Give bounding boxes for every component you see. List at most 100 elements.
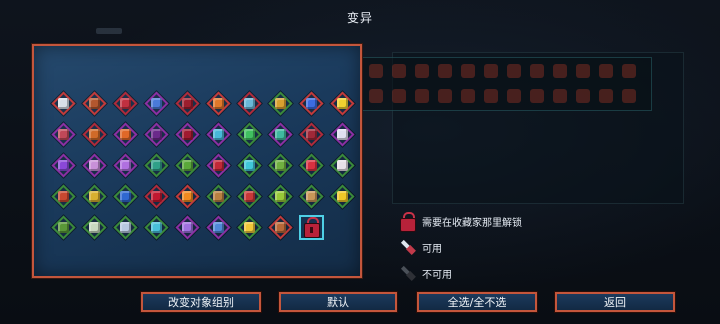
pale-skull-icon [89,222,100,233]
mutation-slot[interactable] [110,212,141,243]
crossed-axes-icon [89,98,100,109]
background-ghost-icon [484,64,498,78]
red-orb-icon [182,98,193,109]
mutation-slot[interactable] [79,212,110,243]
mutation-slot[interactable] [327,150,358,181]
background-ghost-icon [576,64,590,78]
mutation-slot[interactable] [203,212,234,243]
mutation-slot[interactable] [48,150,79,181]
cyan-crown-icon [151,222,162,233]
mutation-slot[interactable] [141,88,172,119]
mutation-panel [32,44,362,278]
golden-shield-icon [275,98,286,109]
mutation-slot[interactable] [234,88,265,119]
mutation-slot[interactable] [265,212,296,243]
mutation-slot[interactable] [296,181,327,212]
mutation-slot[interactable] [203,88,234,119]
mutation-slot[interactable] [172,150,203,181]
mutation-slot[interactable] [172,88,203,119]
background-ghost-icon [622,89,636,103]
mutation-slot[interactable] [296,150,327,181]
mutation-slot[interactable] [172,119,203,150]
mutation-slot[interactable] [79,119,110,150]
mutation-slot[interactable] [327,88,358,119]
mutation-slot[interactable] [296,119,327,150]
mutation-slot[interactable] [296,88,327,119]
mutation-slot[interactable] [79,150,110,181]
background-ghost-icon [461,64,475,78]
double-chevron-icon [182,191,193,202]
mutation-slot[interactable] [48,88,79,119]
mutation-slot[interactable] [234,181,265,212]
mutation-slot[interactable] [110,119,141,150]
blue-flask-icon [120,191,131,202]
change-group-button[interactable]: 改变对象组别 [141,292,261,312]
mutation-slot[interactable] [79,88,110,119]
background-ghost-icon [484,89,498,103]
background-icon-strip [362,57,652,111]
mutation-slot[interactable] [141,119,172,150]
demon-mask-icon [213,160,224,171]
fire-pot-icon [213,98,224,109]
tan-orb-icon [306,191,317,202]
mutation-slot[interactable] [265,150,296,181]
lightning-bolt-icon [337,98,348,109]
background-ghost-icon [415,64,429,78]
mutation-slot[interactable] [234,212,265,243]
mutation-slot[interactable] [327,181,358,212]
mutation-slot[interactable] [234,150,265,181]
mutation-slot[interactable] [141,212,172,243]
ghost-face-icon [120,222,131,233]
up-arrows-icon [244,129,255,140]
violet-dagger-icon [58,160,69,171]
legend-available-label: 可用 [422,243,442,255]
music-note-icon [337,129,348,140]
mutation-slot[interactable] [203,150,234,181]
legend: 需要在收藏家那里解锁 可用 不可用 [398,208,522,286]
mutation-slot[interactable] [141,181,172,212]
default-button[interactable]: 默认 [279,292,397,312]
back-button[interactable]: 返回 [555,292,675,312]
mutation-slot[interactable] [234,119,265,150]
striped-banner-icon [89,129,100,140]
background-label [96,28,122,34]
mutation-slot[interactable] [141,150,172,181]
background-ghost-icon [507,89,521,103]
background-ghost-icon [530,64,544,78]
purple-saber-icon [120,160,131,171]
mutation-slot[interactable] [172,181,203,212]
fire-ring-icon [120,129,131,140]
mutation-slot[interactable] [203,181,234,212]
striped-scroll-icon [89,160,100,171]
mutation-slot[interactable] [110,181,141,212]
mutation-slot[interactable] [172,212,203,243]
legend-unavailable: 不可用 [398,260,522,286]
lock-icon [398,212,416,232]
mutation-slot[interactable] [265,181,296,212]
mutation-slot[interactable] [79,181,110,212]
lime-coil-icon [275,191,286,202]
mutation-slot[interactable] [48,212,79,243]
shadow-gem-icon [151,129,162,140]
background-ghost-icon [553,64,567,78]
toggle-all-button[interactable]: 全选/全不选 [417,292,537,312]
sparkle-burst-icon [244,222,255,233]
magma-orb-icon [306,129,317,140]
mutation-slot[interactable] [265,119,296,150]
sword-blood-icon [58,98,69,109]
mutation-slot[interactable] [296,212,327,243]
mutation-slot[interactable] [110,150,141,181]
mutation-slot[interactable] [327,119,358,150]
mutation-slot[interactable] [203,119,234,150]
vortex-rune-icon [151,160,162,171]
background-ghost-icon [369,64,383,78]
mutation-slot[interactable] [265,88,296,119]
background-ghost-icon [438,89,452,103]
dim-sword-icon [398,264,416,282]
mutation-slot[interactable] [48,181,79,212]
mutation-slot[interactable] [110,88,141,119]
background-ghost-icon [576,89,590,103]
violet-bubble-icon [182,222,193,233]
background-ghost-icon [507,64,521,78]
mutation-slot[interactable] [48,119,79,150]
